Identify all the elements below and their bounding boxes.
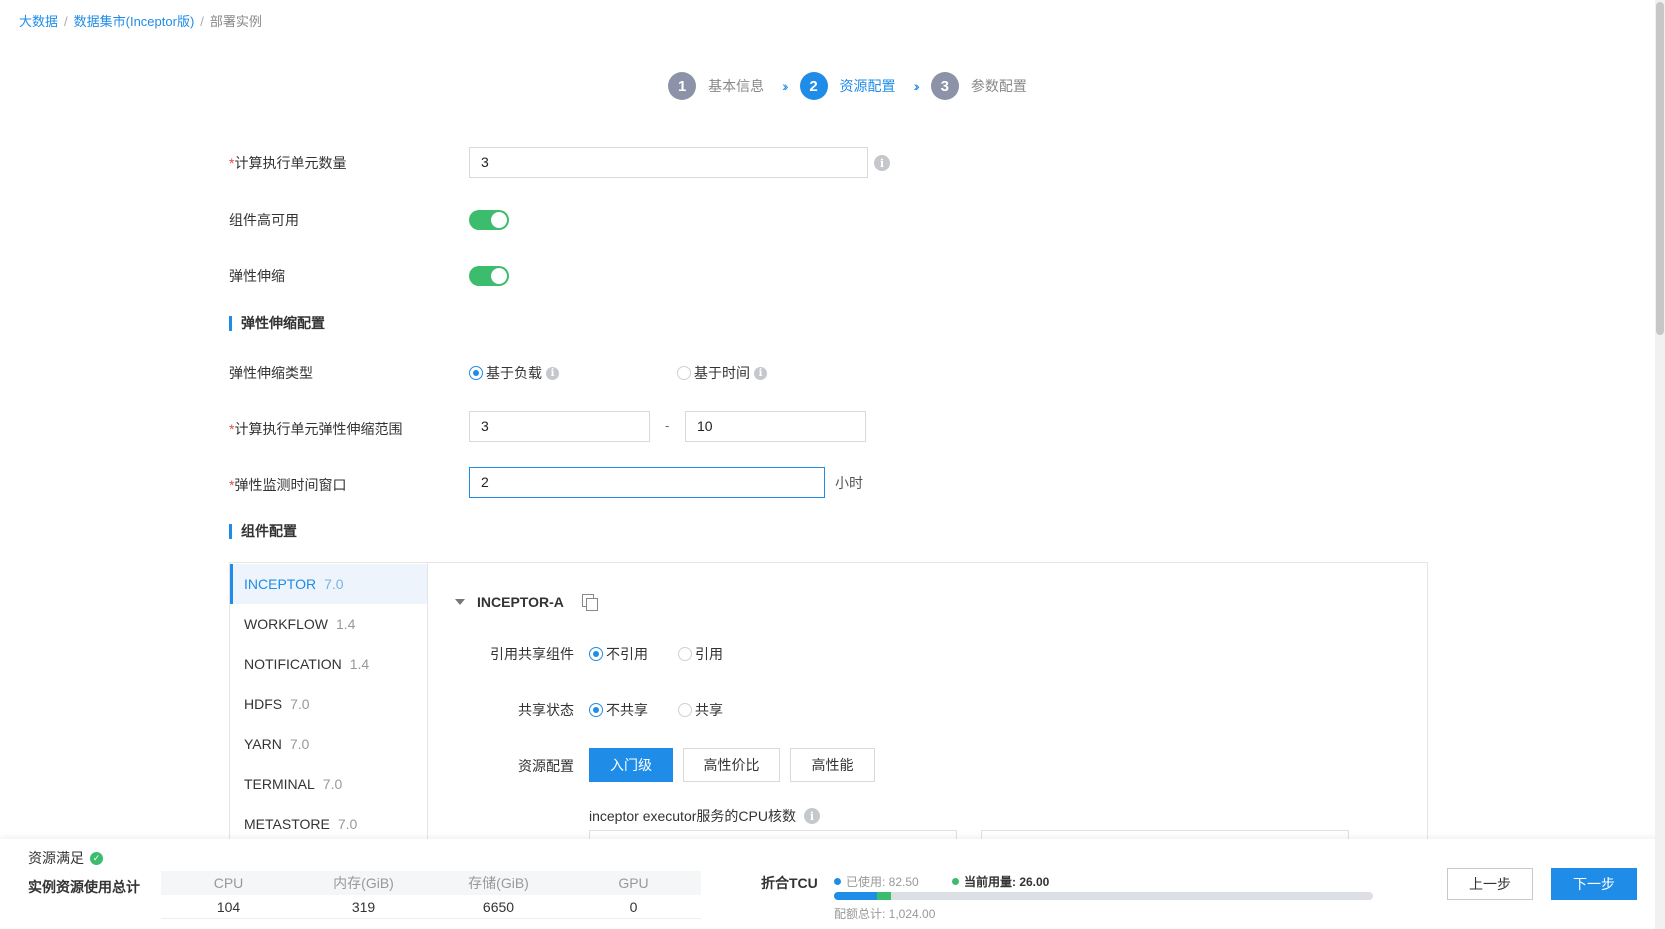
radio-shared[interactable]: 共享 xyxy=(678,700,723,720)
legend-dot xyxy=(952,878,959,885)
radio-no-ref[interactable]: 不引用 xyxy=(589,644,648,664)
breadcrumb-datamart[interactable]: 数据集市(Inceptor版) xyxy=(74,14,195,29)
radio-not-shared[interactable]: 不共享 xyxy=(589,700,648,720)
tcu-used-fill xyxy=(834,892,878,900)
elastic-range-label: *计算执行单元弹性伸缩范围 xyxy=(229,421,403,437)
double-chevron-right-icon: ›› xyxy=(782,78,789,94)
step-label: 资源配置 xyxy=(839,78,896,94)
compute-units-input[interactable]: 3 xyxy=(469,147,868,178)
range-min-input[interactable]: 3 xyxy=(469,411,650,442)
radio-ref[interactable]: 引用 xyxy=(678,644,723,664)
table-row: 104 319 6650 0 xyxy=(161,895,701,919)
component-config-section-title: 组件配置 xyxy=(229,524,297,539)
elastic-toggle[interactable] xyxy=(469,266,509,286)
radio-checked-icon xyxy=(589,647,603,661)
step-number: 1 xyxy=(668,72,697,100)
tcu-used-legend: 已使用: 82.50 xyxy=(834,873,919,890)
ha-label: 组件高可用 xyxy=(229,212,299,228)
elastic-config-section-title: 弹性伸缩配置 xyxy=(229,316,325,331)
breadcrumb-separator: / xyxy=(64,14,68,29)
step-label: 基本信息 xyxy=(708,78,765,94)
breadcrumb: 大数据 / 数据集市(Inceptor版) / 部署实例 xyxy=(19,11,262,30)
check-circle-icon: ✓ xyxy=(90,851,103,865)
resource-usage-table: CPU 内存(GiB) 存储(GiB) GPU 104 319 6650 0 xyxy=(161,871,701,919)
radio-checked-icon xyxy=(469,366,483,380)
tcu-current-legend: 当前用量: 26.00 xyxy=(952,873,1049,890)
radio-unchecked-icon xyxy=(678,647,692,661)
tier-entry-button[interactable]: 入门级 xyxy=(589,748,673,782)
component-item-inceptor[interactable]: INCEPTOR 7.0 xyxy=(230,564,427,604)
component-panel: INCEPTOR 7.0 WORKFLOW 1.4 NOTIFICATION 1.4 … xyxy=(229,562,1428,843)
info-icon[interactable]: i xyxy=(803,808,820,824)
wizard-steps: 1 基本信息 ›› 2 资源配置 ›› 3 参数配置 xyxy=(0,72,1665,100)
tcu-progress-bar xyxy=(834,892,1373,900)
info-icon[interactable]: i xyxy=(754,366,767,380)
step-resource-config: 2 资源配置 xyxy=(799,72,896,100)
monitor-window-unit: 小时 xyxy=(835,475,863,491)
ref-shared-label: 引用共享组件 xyxy=(490,646,574,662)
tcu-current-fill xyxy=(877,892,892,900)
radio-unchecked-icon xyxy=(678,703,692,717)
monitor-window-label: *弹性监测时间窗口 xyxy=(229,477,347,493)
component-item-workflow[interactable]: WORKFLOW 1.4 xyxy=(230,604,427,644)
monitor-window-input[interactable]: 2 xyxy=(469,467,825,498)
component-item-yarn[interactable]: YARN 7.0 xyxy=(230,724,427,764)
step-label: 参数配置 xyxy=(970,78,1027,94)
cpu-cores-label: inceptor executor服务的CPU核数 i xyxy=(589,806,820,826)
step-number: 2 xyxy=(799,72,828,100)
breadcrumb-current: 部署实例 xyxy=(209,14,262,29)
elastic-type-label: 弹性伸缩类型 xyxy=(229,365,313,381)
component-item-notification[interactable]: NOTIFICATION 1.4 xyxy=(230,644,427,684)
radio-checked-icon xyxy=(589,703,603,717)
resource-total-label: 实例资源使用总计 xyxy=(28,879,140,895)
step-number: 3 xyxy=(930,72,959,100)
info-icon[interactable]: i xyxy=(874,155,890,171)
component-item-hdfs[interactable]: HDFS 7.0 xyxy=(230,684,427,724)
ha-toggle[interactable] xyxy=(469,210,509,230)
component-sidebar: INCEPTOR 7.0 WORKFLOW 1.4 NOTIFICATION 1.4 … xyxy=(230,563,428,843)
elastic-label: 弹性伸缩 xyxy=(229,268,285,284)
prev-step-button[interactable]: 上一步 xyxy=(1447,868,1533,900)
resource-status: 资源满足 ✓ xyxy=(28,848,103,868)
radio-unchecked-icon xyxy=(677,366,691,380)
component-item-metastore[interactable]: METASTORE 7.0 xyxy=(230,804,427,844)
component-instance-title: INCEPTOR-A xyxy=(477,594,564,610)
resource-tier-label: 资源配置 xyxy=(518,758,574,774)
breadcrumb-separator: / xyxy=(200,14,204,29)
radio-time-based[interactable]: 基于时间 i xyxy=(677,363,767,383)
scrollbar-thumb[interactable] xyxy=(1656,2,1664,335)
range-separator: - xyxy=(665,418,670,433)
resource-summary-bar: 资源满足 ✓ 实例资源使用总计 CPU 内存(GiB) 存储(GiB) GPU … xyxy=(0,839,1665,929)
breadcrumb-bigdata[interactable]: 大数据 xyxy=(19,14,58,29)
legend-dot xyxy=(834,878,841,885)
tier-cost-effective-button[interactable]: 高性价比 xyxy=(683,748,780,782)
tier-high-perf-button[interactable]: 高性能 xyxy=(790,748,875,782)
range-max-input[interactable]: 10 xyxy=(685,411,866,442)
tcu-label: 折合TCU xyxy=(761,875,818,891)
next-step-button[interactable]: 下一步 xyxy=(1551,868,1637,900)
step-basic-info: 1 基本信息 xyxy=(668,72,764,100)
page-scrollbar[interactable] xyxy=(1655,0,1665,929)
component-item-terminal[interactable]: TERMINAL 7.0 xyxy=(230,764,427,804)
component-detail-header[interactable]: INCEPTOR-A xyxy=(455,594,598,611)
info-icon[interactable]: i xyxy=(546,366,559,380)
copy-icon[interactable] xyxy=(581,594,598,611)
tcu-total-label: 配额总计: 1,024.00 xyxy=(834,907,936,921)
share-state-label: 共享状态 xyxy=(518,702,574,718)
table-header: CPU 内存(GiB) 存储(GiB) GPU xyxy=(161,871,701,895)
caret-down-icon[interactable] xyxy=(455,599,465,605)
double-chevron-right-icon: ›› xyxy=(913,78,921,94)
compute-units-label: *计算执行单元数量 xyxy=(229,155,347,171)
step-param-config: 3 参数配置 xyxy=(930,72,1027,100)
radio-load-based[interactable]: 基于负载 i xyxy=(469,363,559,383)
